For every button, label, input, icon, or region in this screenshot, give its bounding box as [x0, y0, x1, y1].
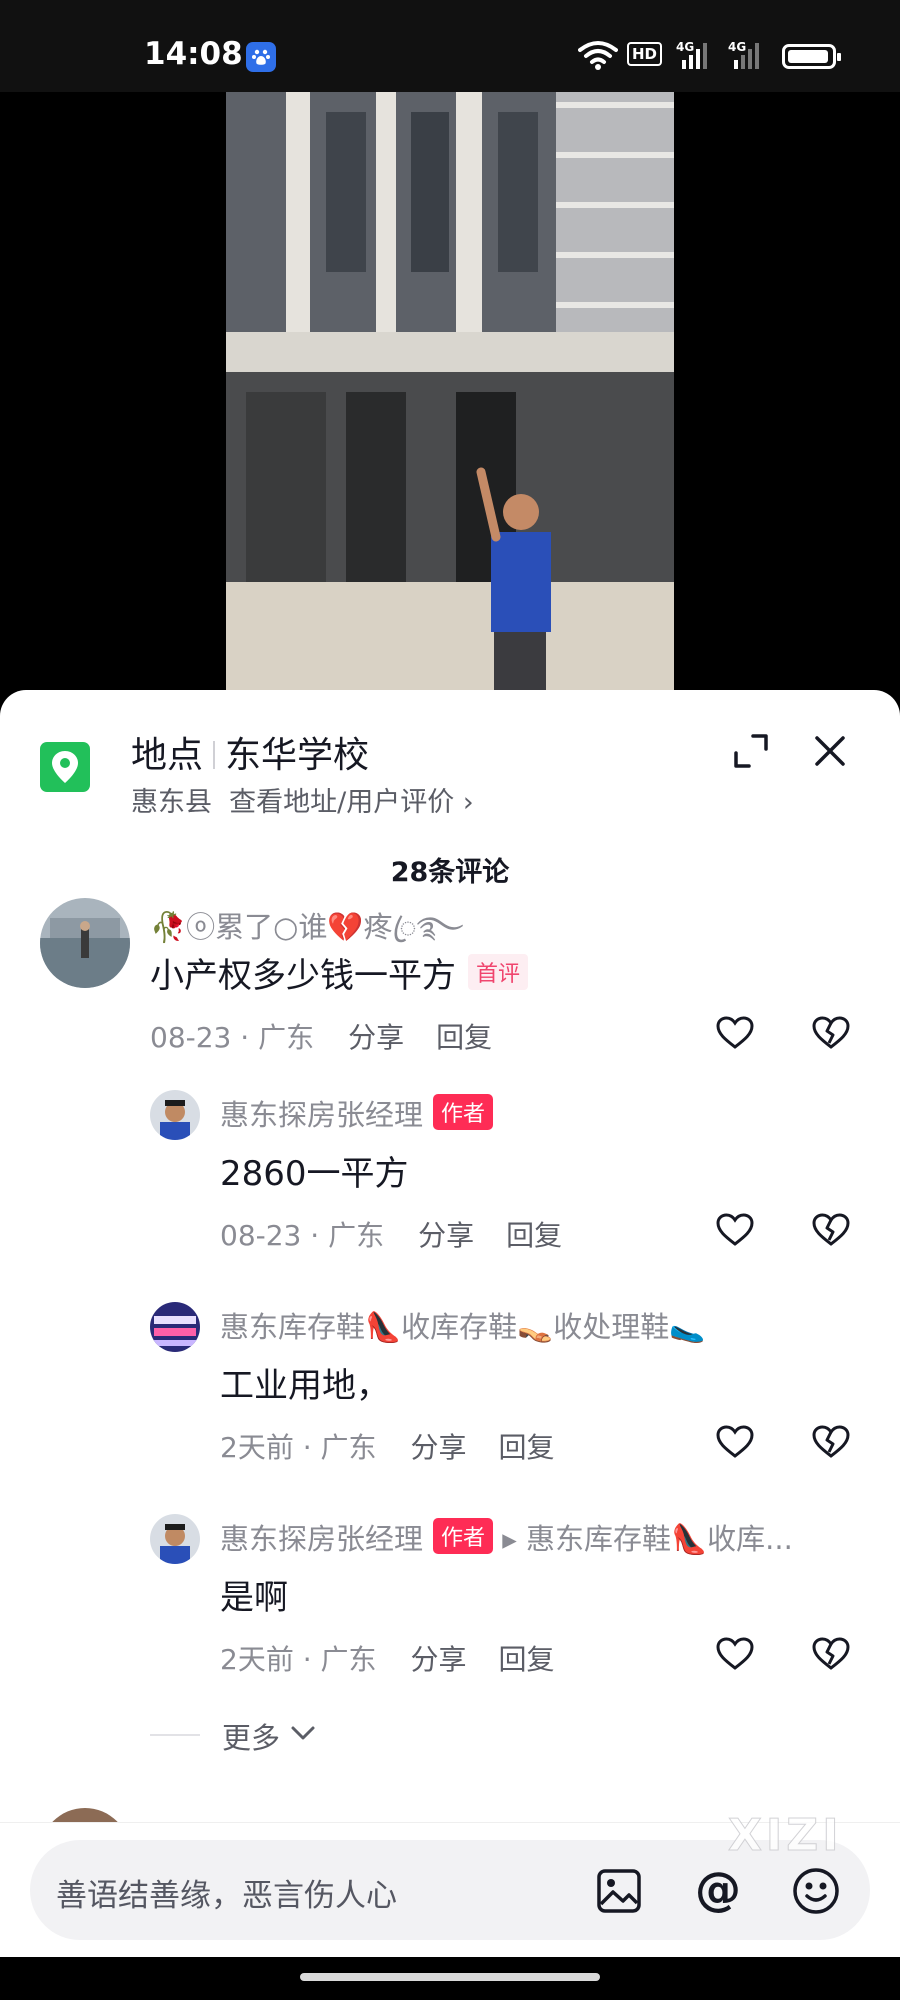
- home-indicator[interactable]: [300, 1973, 600, 1981]
- baidu-app-icon: [246, 42, 276, 72]
- nickname-text: 惠东探房张经理: [220, 1098, 424, 1132]
- share-button[interactable]: 分享: [418, 1219, 474, 1252]
- comment-input-placeholder[interactable]: 善语结善缘，恶言伤人心: [56, 1870, 397, 1915]
- comment-text[interactable]: 小产权多少钱一平方 首评: [150, 948, 529, 997]
- broken-heart-icon[interactable]: [812, 1637, 850, 1671]
- reply-button[interactable]: 回复: [506, 1219, 562, 1252]
- share-button[interactable]: 分享: [348, 1021, 404, 1054]
- video-frame[interactable]: [226, 92, 674, 702]
- expand-icon[interactable]: [733, 733, 769, 769]
- heart-icon[interactable]: [716, 1213, 754, 1247]
- location-county: 惠东县: [131, 787, 212, 818]
- broken-heart-icon[interactable]: [812, 1425, 850, 1459]
- emoji-icon[interactable]: [792, 1867, 840, 1915]
- location-title[interactable]: 地点 东华学校: [131, 726, 369, 778]
- status-bar: 14:08 HD 4G 4G: [0, 0, 900, 92]
- location-separator: [213, 741, 216, 769]
- comment-meta: 2天前 · 广东 分享 回复: [220, 1638, 555, 1678]
- broken-heart-icon[interactable]: [812, 1213, 850, 1247]
- reply-button[interactable]: 回复: [499, 1643, 555, 1676]
- avatar[interactable]: [40, 898, 130, 988]
- avatar[interactable]: [150, 1302, 200, 1352]
- image-icon[interactable]: [596, 1868, 642, 1914]
- comment-nickname[interactable]: 惠东库存鞋👠收库存鞋👡收处理鞋🥿: [220, 1304, 705, 1346]
- broken-heart-icon[interactable]: [812, 1016, 850, 1050]
- watermark: XIZI: [728, 1810, 843, 1862]
- heart-icon[interactable]: [716, 1637, 754, 1671]
- comment-sheet: 地点 东华学校 惠东县 查看地址/用户评价 › 28条评论 🥀ⓞ累了○谁💔疼ꦿ࿐ …: [0, 690, 900, 2000]
- chevron-down-icon: [291, 1726, 315, 1740]
- location-subtitle[interactable]: 惠东县 查看地址/用户评价 ›: [131, 780, 474, 819]
- mention-icon[interactable]: @: [695, 1864, 741, 1914]
- signal-icon-sim1: 4G: [676, 40, 712, 76]
- author-badge: 作者: [433, 1518, 494, 1554]
- close-icon[interactable]: [812, 733, 848, 769]
- location-name: 东华学校: [225, 735, 370, 776]
- comment-nickname[interactable]: 惠东探房张经理 作者: [220, 1092, 494, 1134]
- heart-icon[interactable]: [716, 1016, 754, 1050]
- author-badge: 作者: [433, 1094, 494, 1130]
- comment-nickname[interactable]: 惠东探房张经理 作者 ▸ 惠东库存鞋👠收库...: [220, 1516, 793, 1558]
- signal-label-sim2: 4G: [728, 40, 747, 54]
- location-address-link[interactable]: 查看地址/用户评价 ›: [229, 787, 473, 818]
- share-button[interactable]: 分享: [411, 1431, 467, 1464]
- battery-icon: [782, 44, 841, 69]
- heart-icon[interactable]: [716, 1425, 754, 1459]
- comment-text[interactable]: 2860一平方: [220, 1146, 409, 1195]
- more-divider: [150, 1734, 200, 1736]
- comment-meta: 2天前 · 广东 分享 回复: [220, 1426, 555, 1466]
- comment-date: 2天前 · 广东: [220, 1431, 377, 1464]
- comment-count: 28条评论: [390, 857, 510, 888]
- signal-icon-sim2: 4G: [728, 40, 764, 76]
- comment-meta: 08-23 · 广东 分享 回复: [150, 1016, 492, 1056]
- avatar[interactable]: [150, 1514, 200, 1564]
- comment-text[interactable]: 工业用地，: [220, 1358, 390, 1407]
- signal-label-sim1: 4G: [676, 40, 695, 54]
- reply-button[interactable]: 回复: [436, 1021, 492, 1054]
- comment-text[interactable]: 是啊: [220, 1570, 288, 1619]
- comment-text-content: 小产权多少钱一平方: [150, 956, 456, 996]
- video-building-image: [226, 92, 674, 702]
- wifi-icon: [578, 41, 618, 70]
- hd-badge: HD: [627, 42, 663, 66]
- comment-meta: 08-23 · 广东 分享 回复: [220, 1214, 562, 1254]
- comment-date: 08-23 · 广东: [150, 1021, 315, 1054]
- reply-button[interactable]: 回复: [499, 1431, 555, 1464]
- comment-date: 2天前 · 广东: [220, 1643, 377, 1676]
- first-comment-badge: 首评: [468, 954, 529, 990]
- comment-date: 08-23 · 广东: [220, 1219, 385, 1252]
- location-label: 地点: [131, 735, 204, 776]
- nickname-text: 惠东探房张经理: [220, 1522, 424, 1556]
- location-pin-icon[interactable]: [40, 742, 90, 792]
- avatar[interactable]: [150, 1090, 200, 1140]
- video-player[interactable]: [0, 92, 900, 702]
- more-label: 更多: [222, 1721, 281, 1755]
- share-button[interactable]: 分享: [411, 1643, 467, 1676]
- reply-to-target[interactable]: ▸ 惠东库存鞋👠收库...: [502, 1522, 793, 1556]
- status-time: 14:08: [144, 36, 243, 72]
